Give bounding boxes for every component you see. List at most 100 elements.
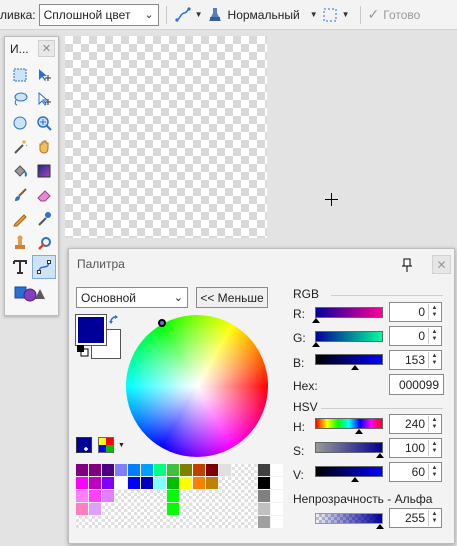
green-slider[interactable] — [315, 331, 383, 342]
blue-value-field[interactable]: 153 ▲ ▼ — [389, 350, 442, 370]
palette-swatch[interactable] — [167, 477, 179, 489]
palette-swatch[interactable] — [154, 464, 166, 476]
palette-swatch[interactable] — [141, 516, 153, 528]
palette-swatch[interactable] — [206, 516, 218, 528]
palette-swatch[interactable] — [193, 490, 205, 502]
color-picker-tool-icon[interactable] — [32, 207, 56, 231]
palette-swatch[interactable] — [232, 490, 244, 502]
eraser-tool-icon[interactable] — [32, 183, 56, 207]
pencil-tool-icon[interactable] — [8, 207, 32, 231]
color-target-dropdown[interactable]: Основной ⌄ — [76, 287, 188, 308]
palette-swatch[interactable] — [128, 490, 140, 502]
palette-swatch[interactable] — [219, 503, 231, 515]
close-icon[interactable]: ✕ — [432, 255, 451, 274]
palette-swatch[interactable] — [180, 477, 192, 489]
palette-swatch[interactable] — [219, 477, 231, 489]
palette-swatch[interactable] — [271, 490, 283, 502]
palette-swatch[interactable] — [89, 464, 101, 476]
alpha-slider[interactable] — [315, 513, 383, 524]
palette-swatch[interactable] — [258, 490, 270, 502]
palette-swatch[interactable] — [193, 516, 205, 528]
pan-tool-icon[interactable] — [32, 135, 56, 159]
value-value-field[interactable]: 60 ▲ ▼ — [389, 462, 442, 482]
close-icon[interactable]: ✕ — [38, 40, 55, 57]
palette-swatch[interactable] — [271, 516, 283, 528]
magic-wand-tool-icon[interactable] — [8, 135, 32, 159]
alpha-slider-marker[interactable] — [376, 524, 384, 529]
shapes-tool-icon[interactable] — [5, 281, 58, 305]
palette-swatch[interactable] — [271, 464, 283, 476]
palette-swatch[interactable] — [115, 477, 127, 489]
move-selected-tool-icon[interactable] — [32, 63, 56, 87]
palette-swatch[interactable] — [76, 503, 88, 515]
add-color-to-palette-icon[interactable] — [76, 437, 92, 453]
spinner-arrows-icon[interactable]: ▲ ▼ — [428, 328, 440, 344]
palette-swatch[interactable] — [232, 477, 244, 489]
palette-swatch[interactable] — [180, 516, 192, 528]
less-button[interactable]: << Меньше — [196, 287, 268, 308]
blend-mode-value[interactable]: Нормальный — [228, 8, 300, 22]
palette-swatch[interactable] — [193, 503, 205, 515]
palette-swatch[interactable] — [180, 503, 192, 515]
palette-swatch[interactable] — [76, 516, 88, 528]
hue-slider-marker[interactable] — [355, 429, 363, 434]
alpha-value-field[interactable]: 255 ▲ ▼ — [389, 508, 442, 528]
palette-swatch[interactable] — [180, 464, 192, 476]
palette-swatch[interactable] — [271, 503, 283, 515]
line-curve-tool-icon[interactable] — [32, 255, 56, 279]
palette-swatch[interactable] — [258, 503, 270, 515]
fill-mode-dropdown[interactable]: Сплошной цвет ⌄ — [38, 3, 159, 26]
palette-swatch[interactable] — [102, 490, 114, 502]
palette-swatch[interactable] — [128, 477, 140, 489]
paint-bucket-tool-icon[interactable] — [8, 159, 32, 183]
palette-swatch[interactable] — [245, 464, 257, 476]
red-slider-marker[interactable] — [312, 318, 320, 323]
green-value-field[interactable]: 0 ▲ ▼ — [389, 326, 442, 346]
palette-swatch[interactable] — [245, 503, 257, 515]
text-tool-icon[interactable] — [8, 255, 32, 279]
blue-slider-marker[interactable] — [351, 365, 359, 370]
spinner-arrows-icon[interactable]: ▲ ▼ — [428, 510, 440, 526]
palette-swatch[interactable] — [232, 503, 244, 515]
pin-icon[interactable] — [402, 258, 412, 275]
palette-swatch[interactable] — [115, 464, 127, 476]
palette-swatch[interactable] — [115, 516, 127, 528]
palette-swatch[interactable] — [154, 516, 166, 528]
palette-swatch[interactable] — [245, 516, 257, 528]
image-canvas[interactable] — [65, 36, 267, 238]
palette-swatch[interactable] — [167, 503, 179, 515]
palette-swatch[interactable] — [154, 477, 166, 489]
tools-title-bar[interactable]: И... ✕ — [5, 37, 58, 61]
palette-swatch[interactable] — [180, 490, 192, 502]
selection-mode-icon[interactable] — [321, 6, 339, 24]
palette-swatch[interactable] — [219, 516, 231, 528]
green-slider-marker[interactable] — [312, 342, 320, 347]
palette-swatch[interactable] — [258, 464, 270, 476]
selection-mode-dropdown-arrow[interactable]: ▼ — [342, 10, 350, 19]
palette-swatch[interactable] — [128, 516, 140, 528]
palette-swatch[interactable] — [89, 503, 101, 515]
palette-swatch[interactable] — [102, 464, 114, 476]
spinner-arrows-icon[interactable]: ▲ ▼ — [428, 352, 440, 368]
palette-swatch[interactable] — [258, 516, 270, 528]
palette-swatch[interactable] — [258, 477, 270, 489]
done-button[interactable]: Готово — [383, 8, 420, 22]
palette-swatch[interactable] — [154, 490, 166, 502]
palette-swatch[interactable] — [76, 490, 88, 502]
palette-swatch[interactable] — [206, 477, 218, 489]
spinner-arrows-icon[interactable]: ▲ ▼ — [428, 416, 440, 432]
palette-menu-dropdown-arrow[interactable]: ▼ — [118, 442, 125, 449]
value-slider[interactable] — [315, 466, 383, 477]
value-slider-marker[interactable] — [351, 477, 359, 482]
palette-menu-icon[interactable] — [98, 437, 114, 453]
palette-swatch[interactable] — [141, 464, 153, 476]
palette-swatch[interactable] — [206, 490, 218, 502]
palette-swatch[interactable] — [245, 490, 257, 502]
palette-swatch[interactable] — [167, 490, 179, 502]
palette-swatch[interactable] — [89, 516, 101, 528]
palette-swatch[interactable] — [128, 464, 140, 476]
palette-swatch[interactable] — [102, 503, 114, 515]
red-slider[interactable] — [315, 307, 383, 318]
palette-swatch[interactable] — [115, 490, 127, 502]
palette-swatch[interactable] — [193, 464, 205, 476]
